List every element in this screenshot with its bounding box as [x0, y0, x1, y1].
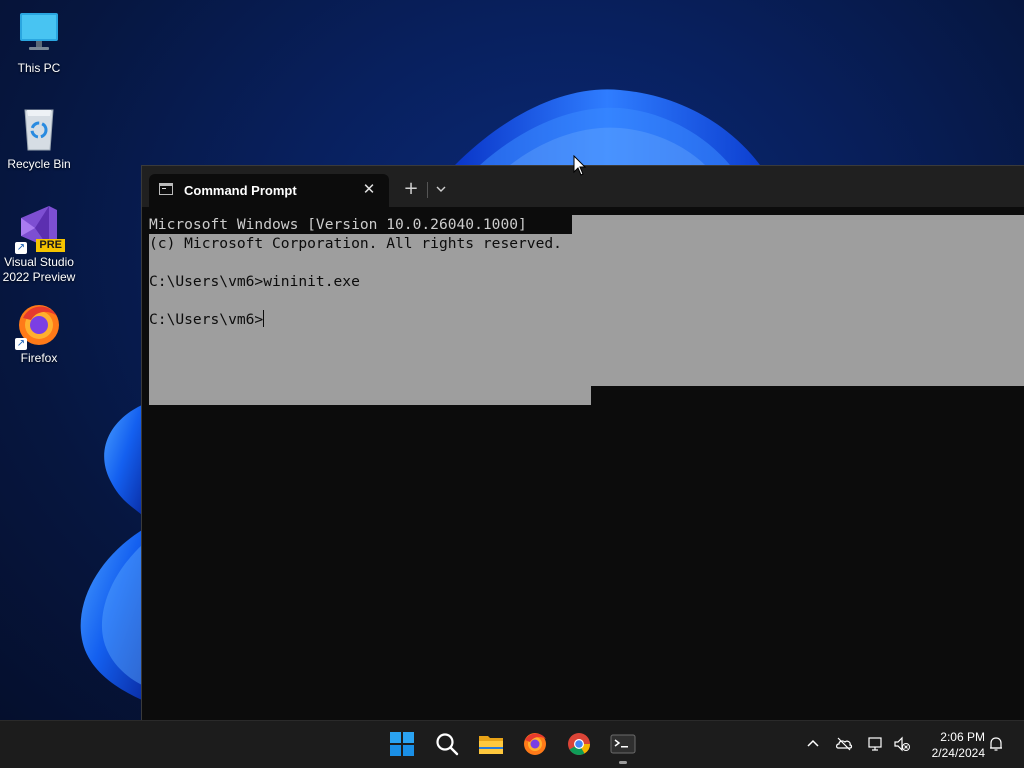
- new-tab-button[interactable]: +: [400, 178, 422, 200]
- command-prompt-icon: [159, 183, 173, 195]
- desktop-icon-recycle-bin[interactable]: Recycle Bin: [1, 106, 77, 172]
- tab-command-prompt[interactable]: Command Prompt ✕: [149, 174, 389, 207]
- shortcut-arrow-icon: ↗: [15, 338, 27, 350]
- terminal-taskbar-button[interactable]: [608, 729, 638, 764]
- search-icon: [436, 733, 459, 756]
- visual-studio-icon: PRE ↗: [15, 204, 65, 254]
- monitor-icon: [15, 10, 63, 58]
- mouse-cursor-icon: [573, 155, 587, 176]
- chevron-down-icon[interactable]: [431, 178, 451, 200]
- tab-title: Command Prompt: [184, 183, 297, 198]
- text-selection: [149, 386, 591, 405]
- active-indicator: [619, 761, 627, 764]
- console-prompt: C:\Users\vm6>: [149, 311, 264, 328]
- search-button[interactable]: [432, 729, 462, 759]
- volume-muted-icon[interactable]: [893, 735, 911, 753]
- console-output[interactable]: Microsoft Windows [Version 10.0.26040.10…: [142, 207, 1024, 721]
- console-line: C:\Users\vm6>wininit.exe: [149, 273, 360, 290]
- file-explorer-button[interactable]: [476, 729, 506, 759]
- desktop-icon-label: Firefox: [20, 351, 58, 365]
- console-prompt-line: C:\Users\vm6>: [149, 310, 265, 329]
- taskbar: 2:06 PM 2/24/2024: [0, 720, 1024, 768]
- desktop-icon-this-pc[interactable]: This PC: [1, 10, 77, 76]
- console-line: (c) Microsoft Corporation. All rights re…: [149, 235, 562, 252]
- start-icon: [390, 732, 414, 756]
- pre-badge: PRE: [36, 239, 65, 252]
- desktop-icon-firefox[interactable]: ↗ Firefox: [1, 300, 77, 366]
- notification-bell-icon[interactable]: [987, 735, 1005, 753]
- network-icon[interactable]: [867, 735, 885, 753]
- clock-date: 2/24/2024: [931, 746, 985, 760]
- clock[interactable]: 2:06 PM 2/24/2024: [915, 729, 985, 761]
- onedrive-icon[interactable]: [835, 735, 853, 753]
- recycle-bin-icon: [15, 106, 63, 154]
- start-button[interactable]: [387, 729, 417, 759]
- firefox-icon: ↗: [15, 300, 63, 350]
- firefox-taskbar-button[interactable]: [520, 729, 550, 759]
- close-tab-button[interactable]: ✕: [360, 180, 378, 198]
- desktop-icon-label: Recycle Bin: [7, 157, 71, 171]
- file-explorer-icon: [479, 736, 503, 754]
- desktop-icon-label: This PC: [17, 61, 61, 75]
- console-line: Microsoft Windows [Version 10.0.26040.10…: [149, 216, 527, 233]
- desktop-icon-visual-studio[interactable]: PRE ↗ Visual Studio 2022 Preview: [1, 204, 77, 285]
- text-selection: [149, 234, 1024, 386]
- chevron-up-icon[interactable]: [804, 735, 822, 753]
- chrome-icon: [568, 733, 590, 755]
- desktop-icon-label: Visual Studio 2022 Preview: [2, 255, 76, 284]
- clock-time: 2:06 PM: [940, 730, 985, 744]
- firefox-icon: [524, 733, 546, 755]
- chrome-taskbar-button[interactable]: [564, 729, 594, 759]
- terminal-window[interactable]: Command Prompt ✕ + Microsoft Windows [Ve…: [141, 165, 1024, 721]
- text-caret: [263, 310, 265, 327]
- tab-separator: [427, 182, 428, 198]
- terminal-icon: [610, 734, 636, 754]
- shortcut-arrow-icon: ↗: [15, 242, 27, 254]
